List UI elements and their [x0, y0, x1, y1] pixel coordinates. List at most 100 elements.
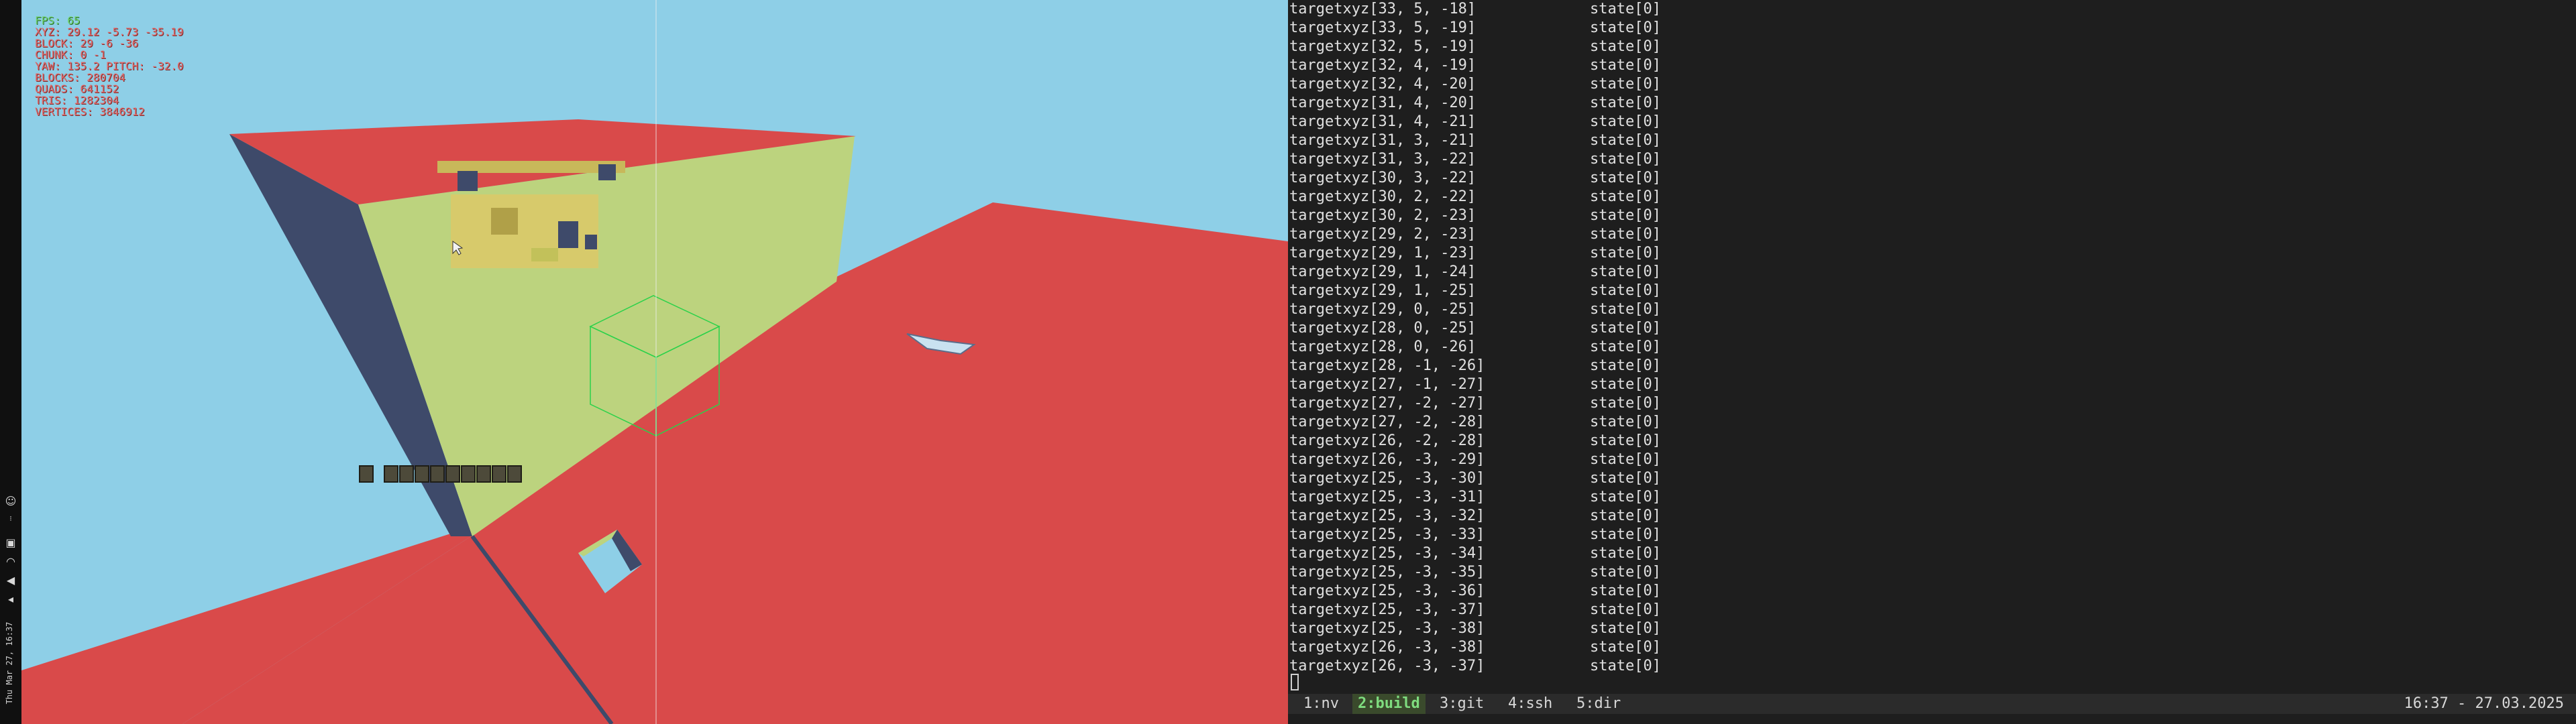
target-coords: targetxyz[31, 4, -21] — [1289, 113, 1477, 130]
target-coords: targetxyz[25, -3, -38] — [1289, 620, 1485, 637]
terminal-line: targetxyz[26, -3, -38] state[0] — [1289, 638, 2094, 657]
terminal-pane[interactable]: targetxyz[33, 5, -18] state[0] targetxyz[3… — [1288, 0, 2576, 724]
wifi-icon[interactable]: ◠ — [4, 555, 17, 568]
voxel-scene[interactable] — [21, 0, 1288, 724]
terminal-line: targetxyz[25, -3, -31] state[0] — [1289, 488, 2094, 507]
target-state: state[0] — [1590, 207, 1661, 224]
target-state: state[0] — [1590, 545, 1661, 562]
target-state: state[0] — [1590, 620, 1661, 637]
target-coords: targetxyz[28, 0, -26] — [1289, 339, 1477, 355]
tmux-window-tab[interactable]: 3:git — [1434, 694, 1489, 714]
target-coords: targetxyz[32, 4, -20] — [1289, 76, 1477, 93]
target-coords: targetxyz[25, -3, -30] — [1289, 470, 1485, 487]
terminal-line: targetxyz[32, 5, -19] state[0] — [1289, 38, 2094, 56]
hud-vertices: VERTICES: 3846912 — [35, 105, 145, 118]
terminal-line: targetxyz[30, 3, -22] state[0] — [1289, 169, 2094, 188]
target-coords: targetxyz[27, -2, -27] — [1289, 395, 1485, 412]
sidebar-clock: Thu Mar 27, 16:37 — [3, 606, 16, 720]
target-state: state[0] — [1590, 489, 1661, 505]
target-state: state[0] — [1590, 1, 1661, 17]
tray-dots-icon[interactable]: ⁝ — [4, 512, 17, 526]
hotbar-slot[interactable] — [430, 465, 445, 483]
hud-block: BLOCK: 29 -6 -36 — [35, 37, 139, 50]
terminal-line: targetxyz[31, 4, -21] state[0] — [1289, 113, 2094, 131]
hotbar-offhand-slot[interactable] — [359, 465, 374, 483]
terminal-line: targetxyz[29, 1, -25] state[0] — [1289, 282, 2094, 300]
target-coords: targetxyz[25, -3, -32] — [1289, 507, 1485, 524]
target-state: state[0] — [1590, 57, 1661, 74]
terminal-line: targetxyz[27, -2, -28] state[0] — [1289, 413, 2094, 432]
target-coords: targetxyz[30, 2, -23] — [1289, 207, 1477, 224]
tmux-window-tab[interactable]: 1:nv — [1298, 694, 1344, 714]
debug-hud: FPS: 65 XYZ: 29.12 -5.73 -35.19 BLOCK: 2… — [35, 15, 184, 117]
terminal-line: targetxyz[28, -1, -26] state[0] — [1289, 357, 2094, 375]
hotbar-slot[interactable] — [476, 465, 491, 483]
target-state: state[0] — [1590, 507, 1661, 524]
terminal-line: targetxyz[29, 2, -23] state[0] — [1289, 225, 2094, 244]
target-state: state[0] — [1590, 151, 1661, 168]
terminal-line: targetxyz[29, 1, -23] state[0] — [1289, 244, 2094, 263]
tmux-window-tab[interactable]: 4:ssh — [1503, 694, 1558, 714]
hotbar-slot[interactable] — [384, 465, 398, 483]
target-state: state[0] — [1590, 19, 1661, 36]
hotbar-slot[interactable] — [461, 465, 476, 483]
target-state: state[0] — [1590, 451, 1661, 468]
target-coords: targetxyz[25, -3, -37] — [1289, 601, 1485, 618]
target-state: state[0] — [1590, 188, 1661, 205]
terminal-line: targetxyz[32, 4, -20] state[0] — [1289, 75, 2094, 94]
terminal-line: targetxyz[31, 3, -21] state[0] — [1289, 131, 2094, 150]
target-state: state[0] — [1590, 395, 1661, 412]
hotbar-slot[interactable] — [415, 465, 429, 483]
game-viewport[interactable]: FPS: 65 XYZ: 29.12 -5.73 -35.19 BLOCK: 2… — [21, 0, 1288, 724]
target-state: state[0] — [1590, 76, 1661, 93]
terminal-line: targetxyz[25, -3, -35] state[0] — [1289, 563, 2094, 582]
target-coords: targetxyz[25, -3, -35] — [1289, 564, 1485, 581]
clipboard-icon[interactable]: ▣ — [4, 536, 17, 550]
target-coords: targetxyz[32, 4, -19] — [1289, 57, 1477, 74]
target-coords: targetxyz[29, 1, -24] — [1289, 263, 1477, 280]
target-coords: targetxyz[26, -2, -28] — [1289, 432, 1485, 449]
terminal-line: targetxyz[25, -3, -33] state[0] — [1289, 526, 2094, 544]
terminal-line: targetxyz[27, -1, -27] state[0] — [1289, 375, 2094, 394]
target-state: state[0] — [1590, 583, 1661, 599]
target-state: state[0] — [1590, 339, 1661, 355]
target-state: state[0] — [1590, 357, 1661, 374]
target-coords: targetxyz[25, -3, -34] — [1289, 545, 1485, 562]
target-state: state[0] — [1590, 564, 1661, 581]
target-state: state[0] — [1590, 132, 1661, 149]
target-state: state[0] — [1590, 282, 1661, 299]
tmux-window-tab[interactable]: 2:build — [1352, 694, 1426, 714]
terminal-line: targetxyz[25, -3, -38] state[0] — [1289, 619, 2094, 638]
target-coords: targetxyz[28, 0, -25] — [1289, 320, 1477, 337]
target-coords: targetxyz[30, 3, -22] — [1289, 170, 1477, 186]
tmux-window-tab[interactable]: 5:dir — [1571, 694, 1626, 714]
terminal-line: targetxyz[29, 0, -25] state[0] — [1289, 300, 2094, 319]
volume-icon[interactable]: ◀ — [4, 574, 17, 587]
target-coords: targetxyz[31, 4, -20] — [1289, 95, 1477, 111]
terminal-line: targetxyz[31, 4, -20] state[0] — [1289, 94, 2094, 113]
discord-icon[interactable]: ☺ — [4, 495, 17, 508]
target-coords: targetxyz[25, -3, -36] — [1289, 583, 1485, 599]
hud-fps: FPS: 65 — [35, 14, 80, 27]
target-coords: targetxyz[29, 0, -25] — [1289, 301, 1477, 318]
terminal-line: targetxyz[25, -3, -37] state[0] — [1289, 601, 2094, 619]
hud-tris: TRIS: 1282304 — [35, 94, 119, 107]
target-state: state[0] — [1590, 95, 1661, 111]
terminal-line: targetxyz[26, -3, -37] state[0] — [1289, 657, 2094, 676]
sidebar-date-text: Thu Mar 27, 16:37 — [5, 621, 14, 705]
hotbar-slot[interactable] — [507, 465, 522, 483]
mic-volume-icon[interactable]: ◂ — [4, 593, 17, 606]
target-coords: targetxyz[31, 3, -22] — [1289, 151, 1477, 168]
target-state: state[0] — [1590, 113, 1661, 130]
terminal-line: targetxyz[33, 5, -19] state[0] — [1289, 19, 2094, 38]
hotbar-slot[interactable] — [399, 465, 414, 483]
target-coords: targetxyz[30, 2, -22] — [1289, 188, 1477, 205]
terminal-line: targetxyz[33, 5, -18] state[0] — [1289, 0, 2094, 19]
hotbar-slot[interactable] — [445, 465, 460, 483]
target-coords: targetxyz[28, -1, -26] — [1289, 357, 1485, 374]
hud-chunk: CHUNK: 0 -1 — [35, 48, 106, 61]
terminal-output: targetxyz[33, 5, -18] state[0] targetxyz[3… — [1289, 0, 2094, 676]
target-state: state[0] — [1590, 601, 1661, 618]
hotbar-slot[interactable] — [492, 465, 506, 483]
system-sidebar: ☺ ⁝ ▣ ◠ ◀ ◂ Thu Mar 27, 16:37 — [0, 0, 21, 724]
